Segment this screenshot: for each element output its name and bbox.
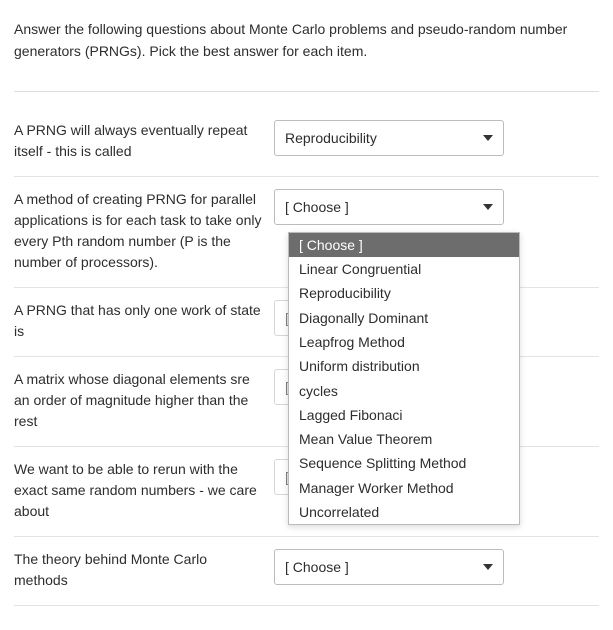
select-value: [ Choose ] [285, 199, 349, 215]
dropdown-option-highlighted[interactable]: [ Choose ] [289, 233, 519, 257]
question-prompt-4: A matrix whose diagonal elements sre an … [14, 369, 274, 432]
chevron-down-icon [483, 135, 493, 141]
question-prompt-3: A PRNG that has only one work of state i… [14, 300, 274, 342]
answer-select-1[interactable]: Reproducibility [274, 120, 504, 156]
dropdown-option[interactable]: Leapfrog Method [289, 330, 519, 354]
chevron-down-icon [483, 564, 493, 570]
divider [14, 91, 599, 92]
dropdown-option[interactable]: Manager Worker Method [289, 476, 519, 500]
dropdown-option[interactable]: cycles [289, 379, 519, 403]
question-prompt-6: The theory behind Monte Carlo methods [14, 549, 274, 591]
question-row: A PRNG will always eventually repeat its… [14, 108, 599, 177]
select-value: [ Choose ] [285, 559, 349, 575]
question-prompt-1: A PRNG will always eventually repeat its… [14, 120, 274, 162]
question-prompt-5: We want to be able to rerun with the exa… [14, 459, 274, 522]
dropdown-option[interactable]: Uniform distribution [289, 354, 519, 378]
dropdown-option[interactable]: Diagonally Dominant [289, 306, 519, 330]
dropdown-option[interactable]: Sequence Splitting Method [289, 451, 519, 475]
answer-select-6[interactable]: [ Choose ] [274, 549, 504, 585]
chevron-down-icon [483, 204, 493, 210]
question-row: The theory behind Monte Carlo methods [ … [14, 537, 599, 606]
answer-dropdown-open[interactable]: [ Choose ] Linear Congruential Reproduci… [288, 232, 520, 526]
dropdown-option[interactable]: Uncorrelated [289, 500, 519, 524]
dropdown-option[interactable]: Linear Congruential [289, 257, 519, 281]
dropdown-option[interactable]: Lagged Fibonaci [289, 403, 519, 427]
dropdown-option[interactable]: Reproducibility [289, 281, 519, 305]
question-intro: Answer the following questions about Mon… [14, 18, 599, 63]
dropdown-option[interactable]: Mean Value Theorem [289, 427, 519, 451]
select-value: Reproducibility [285, 130, 377, 146]
answer-select-2[interactable]: [ Choose ] [274, 189, 504, 225]
question-prompt-2: A method of creating PRNG for parallel a… [14, 189, 274, 273]
